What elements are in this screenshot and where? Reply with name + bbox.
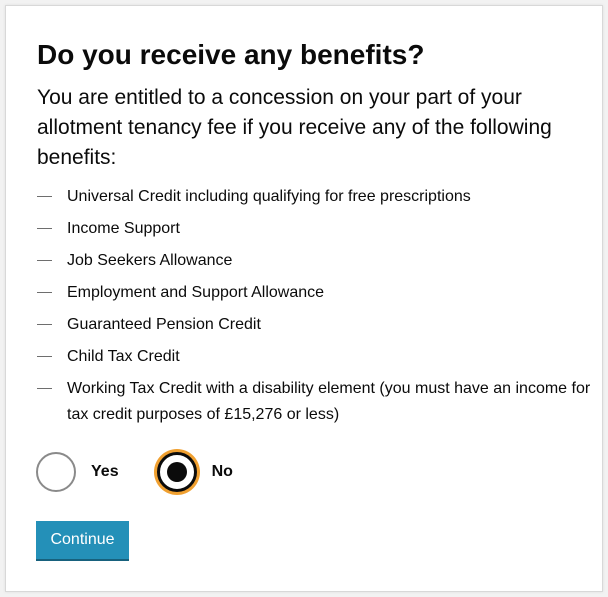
dash-icon (37, 196, 52, 197)
radio-no[interactable] (156, 452, 197, 492)
list-item: Job Seekers Allowance (37, 248, 597, 274)
list-item: Income Support (37, 216, 597, 242)
list-item: Universal Credit including qualifying fo… (37, 184, 597, 210)
continue-button[interactable]: Continue (36, 521, 129, 561)
list-item: Child Tax Credit (37, 344, 597, 370)
radio-option-yes[interactable]: Yes (36, 452, 119, 492)
radio-yes-label[interactable]: Yes (91, 463, 119, 481)
benefit-label: Working Tax Credit with a disability ele… (67, 380, 591, 423)
radio-option-no[interactable]: No (156, 452, 233, 492)
benefit-label: Child Tax Credit (67, 348, 180, 365)
page-title: Do you receive any benefits? (37, 39, 425, 70)
benefits-radio-group: Yes No (36, 451, 233, 493)
benefit-label: Income Support (67, 220, 180, 237)
dash-icon (37, 324, 52, 325)
dash-icon (37, 292, 52, 293)
list-item: Working Tax Credit with a disability ele… (37, 376, 597, 428)
dash-icon (37, 228, 52, 229)
benefit-label: Guaranteed Pension Credit (67, 316, 261, 333)
radio-no-label[interactable]: No (212, 463, 233, 481)
benefit-label: Job Seekers Allowance (67, 252, 233, 269)
question-intro: You are entitled to a concession on your… (37, 86, 552, 169)
dash-icon (37, 356, 52, 357)
radio-yes[interactable] (36, 452, 76, 492)
list-item: Employment and Support Allowance (37, 280, 597, 306)
list-item: Guaranteed Pension Credit (37, 312, 597, 338)
dash-icon (37, 388, 52, 389)
benefits-list: Universal Credit including qualifying fo… (37, 184, 597, 434)
benefit-label: Employment and Support Allowance (67, 284, 325, 301)
radio-selected-dot-icon (166, 462, 187, 482)
dash-icon (37, 260, 52, 261)
question-card: Do you receive any benefits? You are ent… (5, 5, 603, 592)
benefit-label: Universal Credit including qualifying fo… (67, 188, 471, 205)
